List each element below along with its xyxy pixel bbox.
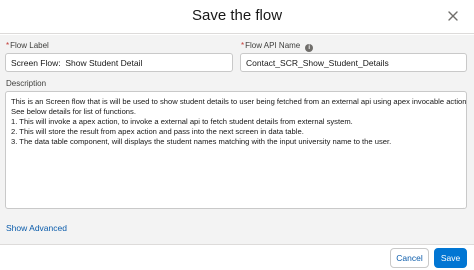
description-line: This is an Screen flow that is will be u…: [11, 97, 467, 106]
flow-label-input[interactable]: [5, 53, 233, 72]
description-textarea[interactable]: This is an Screen flow that is will be u…: [5, 91, 467, 209]
description-line: See below details for list of functions.: [11, 107, 136, 116]
required-marker: *: [6, 41, 10, 50]
cancel-button[interactable]: Cancel: [390, 248, 429, 268]
description-line: 1. This will invoke a apex action, to in…: [11, 117, 353, 126]
modal-footer: Cancel Save: [0, 244, 474, 270]
modal-header: Save the flow: [0, 0, 474, 34]
resize-handle[interactable]: [458, 200, 464, 208]
description-line: 2. This will store the result from apex …: [11, 127, 304, 136]
resize-grip-icon: [463, 207, 464, 208]
modal-body: *Flow Label *Flow API Namei Description …: [0, 35, 474, 244]
flow-api-name-label: *Flow API Name i: [241, 41, 314, 52]
close-icon: [448, 11, 458, 21]
save-button[interactable]: Save: [434, 248, 467, 268]
description-line: 3. The data table component, will displa…: [11, 137, 392, 146]
flow-api-name-input[interactable]: [240, 53, 467, 72]
description-label: Description: [6, 79, 47, 88]
modal-title: Save the flow: [191, 7, 283, 24]
info-icon[interactable]: i: [305, 44, 314, 52]
flow-label-label: *Flow Label: [6, 41, 49, 50]
show-advanced-link[interactable]: Show Advanced: [6, 223, 67, 233]
close-button[interactable]: [444, 7, 462, 25]
required-marker: *: [241, 41, 245, 50]
